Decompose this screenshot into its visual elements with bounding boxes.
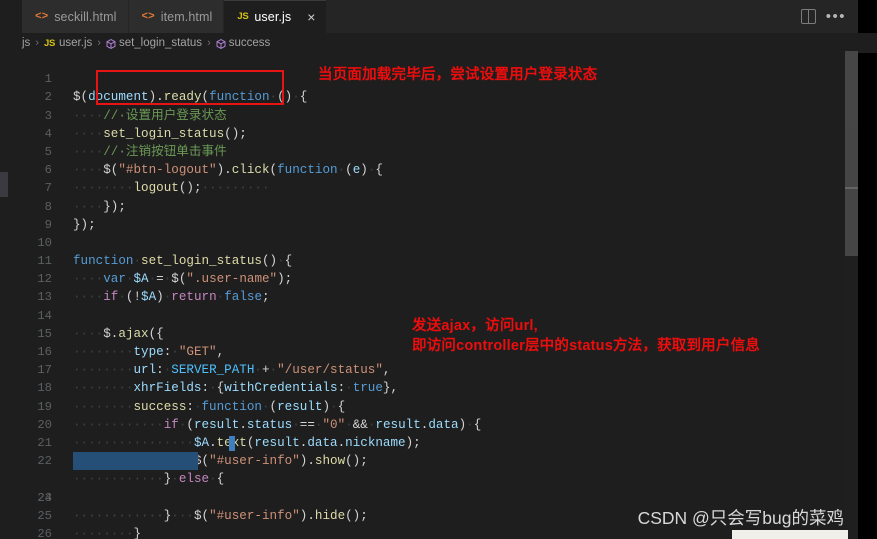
breadcrumb-item-success[interactable]: success: [216, 37, 271, 49]
breadcrumb-separator: ›: [35, 37, 39, 49]
text-cursor: [229, 435, 235, 451]
code-editor-area[interactable]: 1 $(document).ready(function·()·{ 2 ····…: [0, 52, 858, 539]
editor-window: <> seckill.html <> item.html JS user.js …: [0, 0, 877, 539]
code-line[interactable]: 10 function·set_login_status()·{: [0, 216, 858, 268]
code-line[interactable]: 23 ················$("#user-info").hide(…: [0, 452, 858, 523]
tab-label: user.js: [254, 9, 292, 24]
code-line[interactable]: 14 ····$.ajax({: [0, 288, 858, 341]
vertical-scrollbar-left[interactable]: [0, 172, 8, 197]
symbol-cube-icon: [106, 38, 116, 49]
annotation-ajax1: 发送ajax，访问url,: [412, 318, 538, 334]
red-highlight-box: [96, 70, 284, 105]
tab-bar-actions: •••: [800, 0, 858, 33]
tab-label: seckill.html: [54, 9, 117, 24]
scrollbar-divider: [845, 187, 858, 189]
watermark: CSDN @只会写bug的菜鸡: [637, 508, 844, 528]
breadcrumb-label: set_login_status: [118, 37, 203, 49]
vertical-scrollbar-slider[interactable]: [845, 51, 858, 256]
tab-bar-left-strip: [0, 0, 22, 33]
tab-item-html[interactable]: <> item.html: [128, 0, 225, 33]
symbol-cube-icon: [216, 38, 226, 49]
breadcrumb-separator: ›: [97, 37, 101, 49]
breadcrumb-label: success: [228, 37, 271, 49]
code-line[interactable]: 11 ····var·$A·=·$(".user-name");: [0, 234, 858, 286]
annotation-ajax2: 即访问controller层中的status方法，获取到用户信息: [412, 338, 760, 354]
tab-seckill-html[interactable]: <> seckill.html: [22, 0, 129, 33]
close-icon[interactable]: ×: [307, 10, 315, 24]
html-icon: <>: [35, 10, 49, 23]
js-icon: JS: [237, 11, 249, 22]
code-line[interactable]: 13: [0, 270, 858, 304]
code-line[interactable]: 7 ····});: [0, 161, 858, 213]
minimap-gutter: [845, 256, 858, 539]
code-line[interactable]: 21 ················$("#user-info").show(…: [0, 416, 858, 468]
screenshot-root: <> seckill.html <> item.html JS user.js …: [0, 0, 877, 539]
breadcrumb-label: user.js: [59, 37, 93, 49]
breadcrumb-item-set-login-status[interactable]: set_login_status: [106, 37, 202, 49]
editor-tab-bar: <> seckill.html <> item.html JS user.js …: [0, 0, 858, 33]
breadcrumb-separator: ›: [207, 37, 211, 49]
breadcrumb-item-js[interactable]: js: [22, 37, 30, 49]
tab-user-js[interactable]: JS user.js ×: [224, 0, 328, 33]
code-line[interactable]: 18 ········success:·function·(result)·{: [0, 361, 858, 413]
code-line[interactable]: 20 ················$A.text(result.data.n…: [0, 398, 858, 450]
code-line[interactable]: 22 ············}·else·{: [0, 434, 858, 486]
html-icon: <>: [141, 10, 155, 23]
annotation-top: 当页面加载完毕后，尝试设置用户登录状态: [318, 67, 598, 83]
code-line[interactable]: 5 ····$("#btn-logout").click(function·(e…: [0, 125, 858, 177]
breadcrumb-label: js: [22, 37, 31, 49]
breadcrumb-item-user-js[interactable]: JS user.js: [44, 37, 92, 49]
bottom-white-strip: [732, 530, 848, 539]
code-line[interactable]: 24 ············}: [0, 470, 858, 523]
more-actions-icon[interactable]: •••: [826, 9, 846, 24]
code-line[interactable]: 12 ····if·(!$A)·return·false;: [0, 252, 858, 304]
tab-label: item.html: [160, 9, 213, 24]
js-icon: JS: [43, 37, 56, 49]
text-selection: [73, 452, 198, 471]
breadcrumb: js › JS user.js › set_login_status › suc…: [0, 33, 877, 53]
code-line[interactable]: 25 ········}: [0, 489, 858, 539]
code-line[interactable]: 19 ············if·(result.status·==·"0"·…: [0, 379, 858, 432]
code-line[interactable]: 6 ········logout();·········: [0, 143, 858, 195]
split-editor-icon[interactable]: [800, 9, 816, 24]
code-line[interactable]: 4 ····//·注销按钮单击事件: [0, 107, 858, 159]
code-line[interactable]: 8 });: [0, 179, 858, 232]
code-line[interactable]: 9: [0, 198, 858, 232]
right-black-margin: [858, 0, 877, 539]
